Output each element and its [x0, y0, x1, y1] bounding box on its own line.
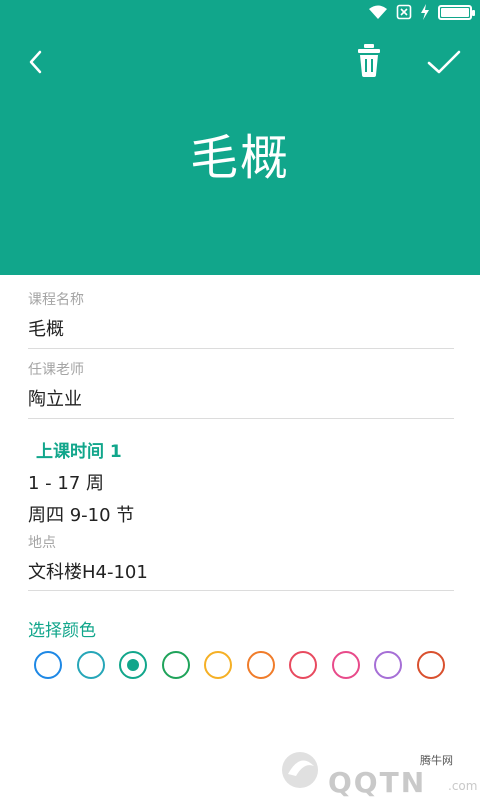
color-option[interactable]	[374, 651, 402, 679]
weeks-selector[interactable]: 1 - 17 周	[28, 469, 104, 495]
color-option[interactable]	[161, 651, 190, 679]
confirm-button[interactable]	[424, 44, 464, 80]
schedule-section-title: 上课时间 1	[36, 442, 122, 462]
watermark-logo-text: QQTN	[328, 766, 427, 799]
color-option[interactable]	[331, 651, 360, 679]
check-icon	[427, 50, 461, 74]
color-option[interactable]	[76, 651, 105, 679]
battery-level-fill	[441, 7, 469, 17]
back-button[interactable]	[20, 42, 56, 82]
header: 毛概	[0, 0, 480, 275]
battery-icon	[438, 4, 475, 20]
location-input[interactable]: 文科楼H4-101	[28, 558, 148, 584]
no-sim-icon	[396, 4, 412, 20]
color-option[interactable]	[204, 651, 232, 679]
color-picker	[34, 651, 459, 679]
status-bar	[0, 0, 480, 26]
wifi-icon	[369, 5, 387, 19]
course-name-label: 课程名称	[28, 292, 84, 308]
trash-icon	[358, 44, 380, 77]
color-option[interactable]	[34, 651, 62, 679]
color-option[interactable]	[416, 651, 445, 679]
divider	[28, 348, 454, 349]
color-option[interactable]	[289, 651, 317, 679]
chevron-left-icon	[29, 50, 42, 74]
course-title: 毛概	[189, 130, 290, 186]
charging-icon	[421, 4, 429, 20]
watermark-domain-suffix: .com	[448, 779, 478, 793]
divider	[28, 418, 454, 419]
teacher-input[interactable]: 陶立业	[28, 385, 82, 411]
color-picker-title: 选择颜色	[28, 621, 96, 641]
course-name-input[interactable]: 毛概	[28, 315, 64, 341]
color-option[interactable]	[246, 651, 275, 679]
selected-indicator	[127, 659, 139, 671]
color-option[interactable]	[119, 651, 147, 679]
divider	[28, 590, 454, 591]
teacher-label: 任课老师	[28, 362, 84, 378]
periods-selector[interactable]: 周四 9-10 节	[28, 501, 134, 527]
location-label: 地点	[28, 535, 56, 551]
delete-button[interactable]	[350, 40, 388, 82]
